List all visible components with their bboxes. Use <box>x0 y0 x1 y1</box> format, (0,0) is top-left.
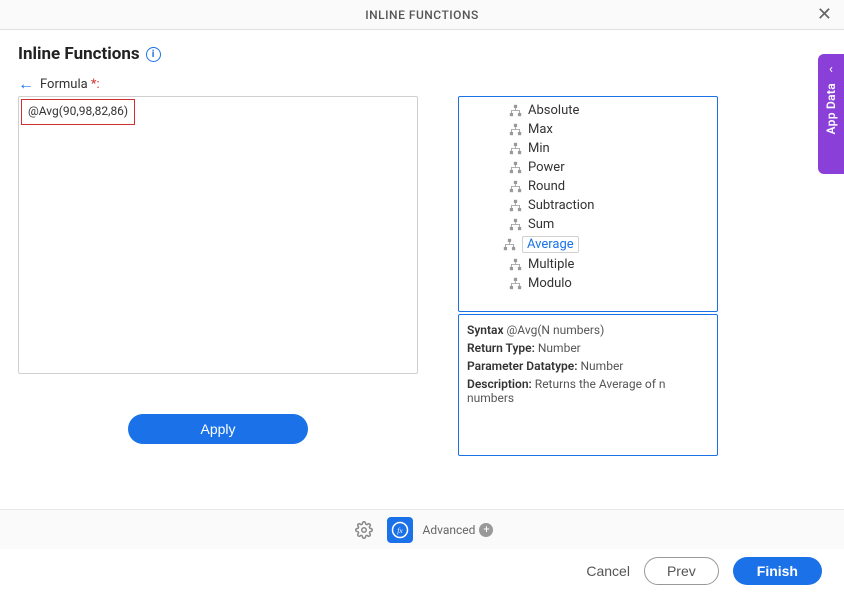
cancel-button[interactable]: Cancel <box>586 563 630 579</box>
right-column: Absolute Max Min Power Round Subtraction Sum Av… <box>458 96 718 456</box>
function-name: Subtraction <box>528 198 594 213</box>
left-column: @Avg(90,98,82,86) Apply <box>18 96 418 456</box>
return-label: Return Type: <box>467 341 535 355</box>
tree-icon <box>503 238 516 251</box>
tree-icon <box>509 218 522 231</box>
modal-header: INLINE FUNCTIONS ✕ <box>0 0 844 30</box>
tree-icon <box>509 142 522 155</box>
function-item-round[interactable]: Round <box>459 177 717 196</box>
side-tab-label: App Data <box>824 83 838 134</box>
syntax-label: Syntax <box>467 323 504 337</box>
columns: @Avg(90,98,82,86) Apply Absolute Max Min Po… <box>18 96 826 456</box>
param-value: Number <box>581 359 624 373</box>
gear-icon[interactable] <box>351 517 377 543</box>
prev-button[interactable]: Prev <box>644 557 719 585</box>
function-name: Max <box>528 122 553 137</box>
return-value: Number <box>538 341 581 355</box>
formula-label-row: ← Formula *: <box>18 76 826 92</box>
detail-return: Return Type: Number <box>467 341 709 355</box>
function-name: Sum <box>528 217 554 232</box>
function-item-sum[interactable]: Sum <box>459 215 717 234</box>
function-list: Absolute Max Min Power Round Subtraction Sum Av… <box>458 96 718 312</box>
content-area: Inline Functions i ← Formula *: @Avg(90,… <box>0 30 844 456</box>
syntax-value: @Avg(N numbers) <box>507 323 605 337</box>
formula-value: @Avg(90,98,82,86) <box>21 99 135 125</box>
plus-icon: + <box>479 523 493 537</box>
function-name: Average <box>522 236 579 253</box>
svg-text:fx: fx <box>397 526 403 535</box>
function-item-modulo[interactable]: Modulo <box>459 274 717 293</box>
param-label: Parameter Datatype: <box>467 359 578 373</box>
tree-icon <box>509 277 522 290</box>
required-indicator: *: <box>91 77 100 92</box>
tree-icon <box>509 104 522 117</box>
function-name: Power <box>528 160 565 175</box>
formula-label: Formula *: <box>40 77 100 92</box>
function-item-power[interactable]: Power <box>459 158 717 177</box>
info-icon[interactable]: i <box>146 47 161 62</box>
function-name: Absolute <box>528 103 579 118</box>
tree-icon <box>509 199 522 212</box>
app-data-side-tab[interactable]: ‹ App Data <box>818 54 844 174</box>
section-title: Inline Functions <box>18 44 140 64</box>
function-name: Multiple <box>528 257 574 272</box>
function-name: Modulo <box>528 276 572 291</box>
function-item-max[interactable]: Max <box>459 120 717 139</box>
function-name: Round <box>528 179 565 194</box>
function-item-min[interactable]: Min <box>459 139 717 158</box>
section-title-row: Inline Functions i <box>18 44 826 64</box>
action-row: Cancel Prev Finish <box>0 549 844 593</box>
close-icon[interactable]: ✕ <box>813 4 836 25</box>
fx-icon[interactable]: fx <box>387 517 413 543</box>
function-item-average[interactable]: Average <box>459 234 717 255</box>
modal-title: INLINE FUNCTIONS <box>365 8 478 22</box>
function-name: Min <box>528 141 550 156</box>
advanced-toggle[interactable]: Advanced + <box>423 523 494 537</box>
desc-label: Description: <box>467 377 532 391</box>
detail-desc: Description: Returns the Average of n nu… <box>467 377 709 405</box>
function-item-subtraction[interactable]: Subtraction <box>459 196 717 215</box>
detail-param: Parameter Datatype: Number <box>467 359 709 373</box>
apply-button[interactable]: Apply <box>128 414 308 444</box>
back-arrow-icon[interactable]: ← <box>18 76 34 92</box>
tree-icon <box>509 161 522 174</box>
function-detail: Syntax @Avg(N numbers) Return Type: Numb… <box>458 314 718 456</box>
advanced-label: Advanced <box>423 523 476 537</box>
chevron-left-icon: ‹ <box>829 62 833 77</box>
function-item-absolute[interactable]: Absolute <box>459 101 717 120</box>
tree-icon <box>509 123 522 136</box>
detail-syntax: Syntax @Avg(N numbers) <box>467 323 709 337</box>
finish-button[interactable]: Finish <box>733 557 822 585</box>
function-item-multiple[interactable]: Multiple <box>459 255 717 274</box>
tree-icon <box>509 180 522 193</box>
formula-textarea[interactable]: @Avg(90,98,82,86) <box>18 96 418 374</box>
tree-icon <box>509 258 522 271</box>
footer-toolbar: fx Advanced + <box>0 509 844 549</box>
formula-label-text: Formula <box>40 77 91 92</box>
